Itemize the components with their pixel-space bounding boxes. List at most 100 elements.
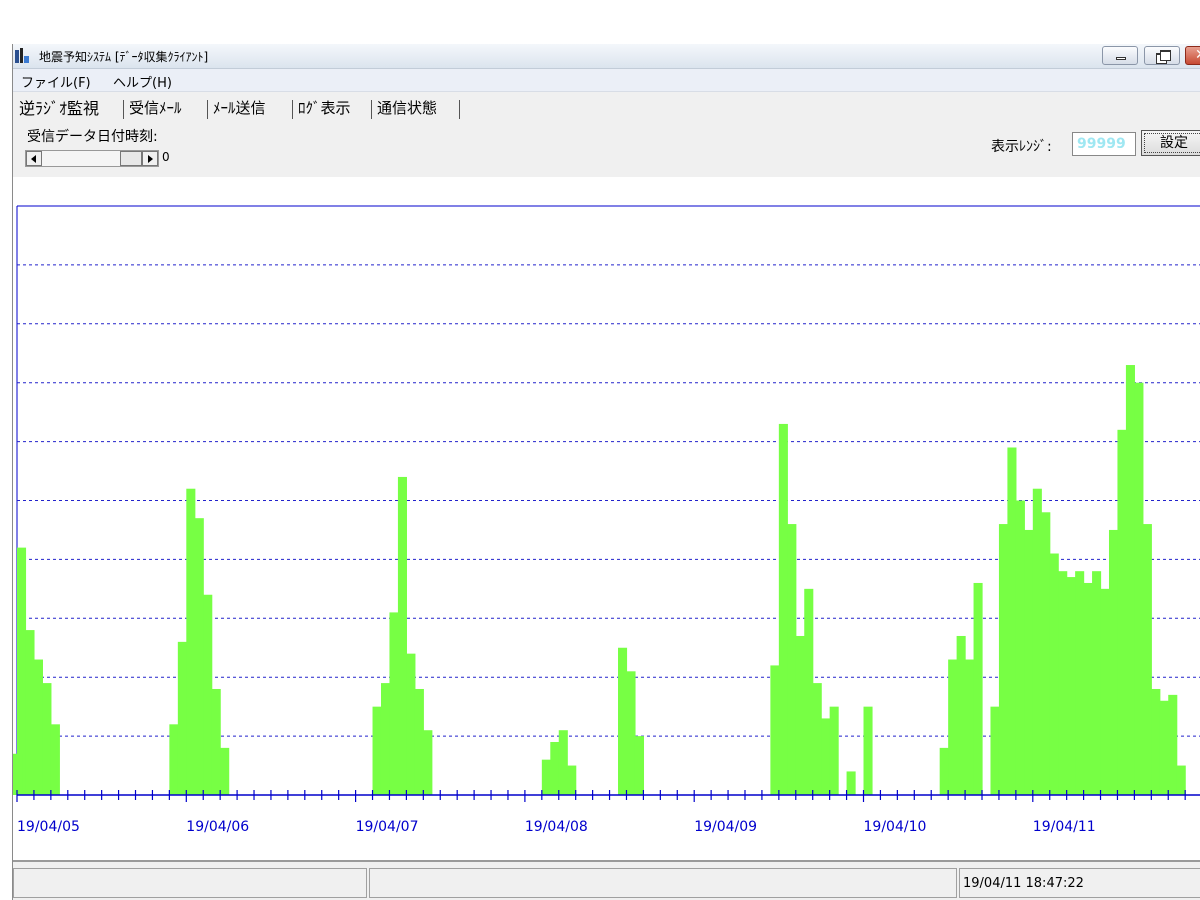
minimize-icon	[1116, 57, 1126, 60]
arrow-left-icon	[31, 155, 36, 163]
tab-reverse-radio-monitor[interactable]: 逆ﾗｼﾞｵ監視	[19, 95, 103, 119]
tab-separator	[292, 100, 293, 119]
signal-bar	[1007, 447, 1017, 795]
arrow-right-icon	[148, 155, 153, 163]
signal-bar	[567, 765, 577, 795]
signal-bar	[939, 747, 949, 795]
app-icon	[15, 48, 29, 63]
signal-bar	[1168, 694, 1178, 795]
signal-bar	[1058, 571, 1068, 795]
signal-bar	[13, 753, 23, 795]
signal-bar	[863, 706, 873, 795]
signal-bar	[33, 659, 43, 795]
signal-bar	[1049, 553, 1059, 795]
status-datetime: 19/04/11 18:47:22	[959, 868, 1200, 898]
x-tick-label: 19/04/10	[864, 819, 927, 835]
scroll-value: 0	[162, 150, 170, 164]
signal-bar	[1066, 577, 1076, 795]
signal-bar	[1092, 571, 1102, 795]
x-tick-label: 19/04/07	[356, 819, 419, 835]
signal-bar	[1015, 500, 1025, 795]
signal-bar	[1041, 512, 1051, 795]
restore-button[interactable]	[1144, 46, 1180, 65]
tab-received-mail[interactable]: 受信ﾒｰﾙ	[129, 97, 186, 118]
set-button[interactable]: 設定	[1141, 130, 1200, 156]
signal-bar	[795, 635, 805, 795]
close-icon: ✕	[1195, 47, 1200, 63]
signal-bar	[203, 594, 213, 795]
signal-bar	[770, 665, 780, 795]
signal-bar	[1100, 588, 1110, 795]
status-panel-2	[369, 868, 957, 898]
signal-bar	[778, 423, 788, 795]
signal-chart: 19/04/05 19/04/06 19/04/07 19/04/08 19/04/09…	[13, 205, 1200, 835]
app-window: 地震予知ｼｽﾃﾑ [ﾃﾞｰﾀ収集ｸﾗｲｱﾝﾄ] ✕ ファイル(F) ヘルプ(H)…	[12, 44, 1200, 900]
tab-separator	[123, 100, 124, 119]
signal-bar	[380, 683, 391, 795]
signal-bar	[990, 706, 1000, 795]
tab-separator	[207, 100, 208, 119]
signal-bar	[423, 730, 433, 795]
signal-bar	[1108, 529, 1119, 795]
signal-bar	[42, 683, 52, 795]
x-tick-label: 19/04/11	[1033, 819, 1096, 835]
scroll-thumb[interactable]	[120, 151, 142, 166]
signal-bar	[211, 688, 221, 795]
signal-bar	[829, 706, 839, 795]
signal-bar	[1159, 700, 1169, 795]
signal-bar	[846, 771, 856, 795]
received-datetime-label: 受信データ日付時刻:	[27, 129, 158, 145]
signal-bar	[1134, 382, 1144, 795]
title-bar[interactable]: 地震予知ｼｽﾃﾑ [ﾃﾞｰﾀ収集ｸﾗｲｱﾝﾄ] ✕	[13, 44, 1200, 69]
scroll-right-button[interactable]	[142, 151, 158, 166]
window-title: 地震予知ｼｽﾃﾑ [ﾃﾞｰﾀ収集ｸﾗｲｱﾝﾄ]	[39, 50, 209, 64]
restore-icon-front	[1160, 50, 1171, 61]
x-tick-label: 19/04/08	[525, 819, 588, 835]
display-range-label: 表示ﾚﾝｼﾞ:	[991, 139, 1052, 155]
signal-bar	[821, 718, 831, 795]
signal-bar	[397, 476, 407, 795]
signal-bar	[1151, 688, 1161, 795]
signal-bar	[389, 612, 399, 795]
signal-bar	[372, 706, 382, 795]
signal-bar	[956, 635, 966, 795]
signal-bar	[787, 524, 797, 795]
status-panel-1	[13, 868, 367, 898]
signal-bar	[406, 653, 416, 795]
chart-area: 19/04/05 19/04/06 19/04/07 19/04/08 19/04/09…	[13, 177, 1200, 862]
tab-comm-status[interactable]: 通信状態	[377, 97, 441, 118]
tab-separator	[371, 100, 372, 119]
signal-bar	[414, 688, 424, 795]
signal-bar	[50, 724, 60, 795]
tab-log-view[interactable]: ﾛｸﾞ表示	[298, 97, 355, 118]
close-button[interactable]: ✕	[1185, 46, 1200, 65]
signal-bar	[804, 588, 814, 795]
x-tick-label: 19/04/09	[694, 819, 757, 835]
minimize-button[interactable]	[1102, 46, 1138, 65]
display-range-input[interactable]	[1072, 132, 1136, 156]
signal-bar	[550, 741, 560, 795]
datetime-scrollbar[interactable]	[25, 150, 159, 167]
signal-bar	[965, 659, 975, 795]
signal-bar	[1075, 571, 1085, 795]
tab-bar: 逆ﾗｼﾞｵ監視 受信ﾒｰﾙ ﾒｰﾙ送信 ﾛｸﾞ表示 通信状態	[13, 92, 1200, 122]
tab-separator	[459, 100, 460, 119]
signal-bar	[186, 488, 196, 795]
signal-bar	[220, 747, 230, 795]
signal-bar	[1125, 365, 1135, 795]
signal-bar	[177, 641, 187, 795]
signal-bar	[194, 518, 204, 795]
x-tick-label: 19/04/05	[17, 819, 80, 835]
signal-bar	[948, 659, 958, 795]
scroll-left-button[interactable]	[26, 151, 42, 166]
status-bar: 19/04/11 18:47:22	[13, 866, 1200, 900]
menu-file[interactable]: ファイル(F)	[21, 72, 91, 91]
tab-send-mail[interactable]: ﾒｰﾙ送信	[213, 97, 270, 118]
signal-bar	[541, 759, 551, 795]
signal-bar	[25, 630, 35, 795]
signal-bar	[1117, 429, 1127, 795]
menu-help[interactable]: ヘルプ(H)	[113, 72, 172, 91]
signal-bar	[812, 683, 822, 795]
signal-bar	[626, 671, 636, 795]
signal-bar	[634, 736, 645, 795]
